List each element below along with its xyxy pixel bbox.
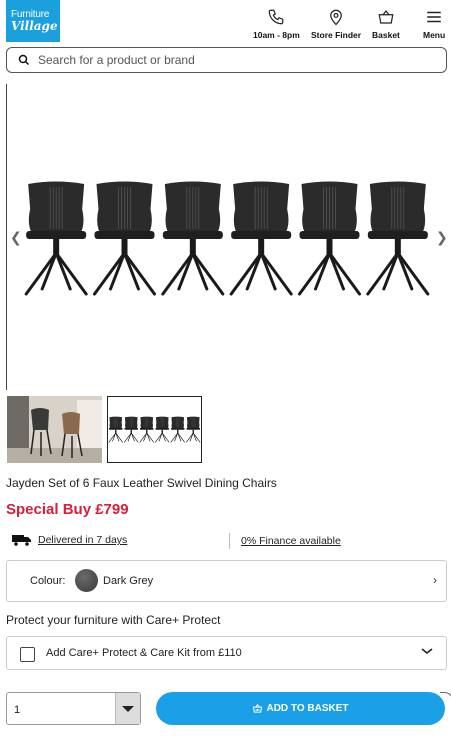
decorative-curve	[440, 692, 451, 712]
store-finder-label: Store Finder	[311, 30, 362, 40]
chair	[155, 416, 170, 443]
chair	[161, 181, 225, 296]
hamburger-icon	[427, 11, 441, 23]
chair	[124, 416, 139, 443]
delivery-link[interactable]: Delivered in 7 days	[38, 534, 127, 546]
chair	[298, 181, 361, 296]
colour-swatch	[75, 569, 98, 592]
care-option[interactable]: Add Care+ Protect & Care Kit from £110	[6, 636, 447, 670]
gallery-next-icon[interactable]: ❯	[436, 229, 448, 246]
thumbnail-lifestyle[interactable]	[7, 396, 102, 463]
care-checkbox[interactable]	[20, 647, 35, 662]
chevron-right-icon: ›	[433, 573, 437, 587]
chair	[93, 181, 156, 296]
product-price: Special Buy £799	[6, 501, 129, 518]
product-gallery[interactable]: ❮ ❯	[0, 84, 451, 390]
chair	[139, 416, 154, 443]
finance-link[interactable]: 0% Finance available	[241, 535, 341, 547]
care-option-label: Add Care+ Protect & Care Kit from £110	[46, 647, 242, 659]
chair	[108, 416, 123, 443]
logo[interactable]: Furniture Village	[6, 0, 60, 42]
chevron-down-icon[interactable]	[420, 644, 434, 658]
quantity-value: 1	[14, 704, 21, 716]
basket-icon	[378, 10, 394, 24]
quantity-select[interactable]: 1	[6, 692, 141, 725]
delivery-info[interactable]: Delivered in 7 days	[12, 534, 127, 546]
search-icon	[18, 54, 30, 66]
colour-label: Colour:	[30, 575, 66, 587]
colour-selector[interactable]: Colour: Dark Grey ›	[6, 560, 447, 602]
store-finder-link[interactable]: Store Finder	[311, 8, 361, 40]
menu-label: Menu	[423, 30, 446, 40]
info-divider	[229, 533, 230, 549]
colour-value: Dark Grey	[103, 575, 154, 587]
add-to-basket-button[interactable]: ADD TO BASKET	[156, 692, 445, 725]
set-image	[108, 416, 201, 443]
lifestyle-image	[7, 396, 102, 463]
chair	[366, 181, 430, 296]
chair	[170, 416, 185, 443]
thumbnail-set[interactable]	[107, 396, 202, 463]
chair	[229, 181, 293, 296]
care-heading: Protect your furniture with Care+ Protec…	[6, 613, 221, 627]
product-main-image	[24, 181, 430, 296]
menu-button[interactable]: Menu	[423, 8, 445, 40]
map-pin-icon	[330, 9, 342, 26]
chair	[24, 181, 88, 296]
gallery-prev-icon[interactable]: ❮	[10, 229, 22, 246]
basket-link[interactable]: Basket	[372, 8, 400, 40]
hours-label: 10am - 8pm	[253, 30, 300, 40]
quantity-dropdown-icon[interactable]	[115, 693, 140, 724]
chair	[186, 416, 201, 443]
phone-icon	[269, 9, 284, 25]
basket-icon	[253, 704, 263, 713]
delivery-truck-icon	[12, 535, 31, 546]
product-title: Jayden Set of 6 Faux Leather Swivel Dini…	[6, 476, 277, 490]
gallery-edge	[6, 84, 7, 390]
logo-line2: Village	[11, 19, 58, 33]
search-input[interactable]	[38, 53, 418, 67]
site-header: Furniture Village 10am - 8pm Store Finde…	[0, 0, 451, 44]
basket-label: Basket	[372, 30, 400, 40]
opening-hours-link[interactable]: 10am - 8pm	[253, 8, 300, 40]
search-bar[interactable]	[6, 47, 447, 73]
add-to-basket-label: ADD TO BASKET	[266, 703, 349, 714]
